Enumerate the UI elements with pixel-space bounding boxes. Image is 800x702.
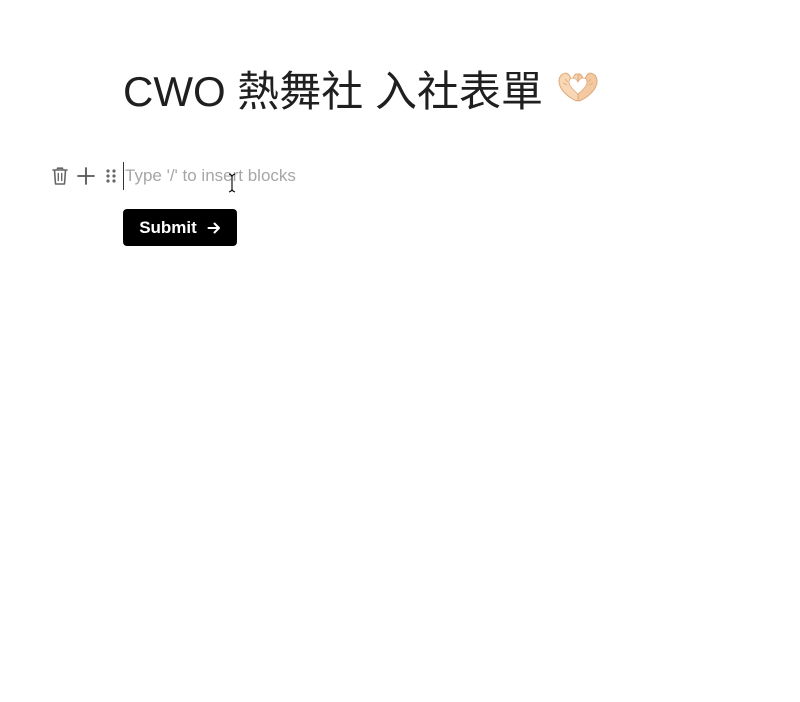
form-page: CWO 熱舞社 入社表單 Type '/' to insert blocks S… bbox=[0, 0, 800, 702]
block-input[interactable] bbox=[123, 162, 525, 190]
submit-label: Submit bbox=[139, 217, 197, 237]
trash-icon[interactable] bbox=[48, 164, 72, 188]
drag-handle-icon[interactable] bbox=[99, 164, 123, 188]
heart-hands-icon bbox=[557, 61, 599, 121]
submit-button[interactable]: Submit bbox=[123, 209, 237, 246]
form-title-text[interactable]: CWO 熱舞社 入社表單 bbox=[123, 68, 543, 115]
block-row bbox=[48, 162, 648, 190]
plus-icon[interactable] bbox=[74, 164, 98, 188]
arrow-right-icon bbox=[207, 221, 221, 235]
form-title[interactable]: CWO 熱舞社 入社表單 bbox=[123, 62, 599, 125]
